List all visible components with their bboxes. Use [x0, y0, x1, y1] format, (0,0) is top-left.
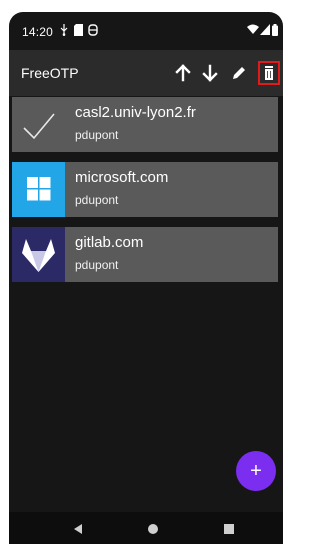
delete-button[interactable] [259, 63, 279, 83]
wifi-icon [247, 24, 259, 38]
windows-icon [27, 177, 51, 201]
token-account: pdupont [75, 193, 119, 207]
sd-card-icon [74, 24, 83, 39]
arrow-down-icon [202, 64, 218, 82]
edit-button[interactable] [229, 63, 249, 83]
token-logo [12, 227, 65, 282]
navigation-bar [9, 512, 283, 544]
app-bar: FreeOTP [9, 50, 283, 96]
checkmark-icon [23, 113, 55, 140]
usb-icon [60, 24, 68, 39]
token-list: casl2.univ-lyon2.fr pdupont microsoft.co… [12, 97, 278, 292]
token-account: pdupont [75, 128, 119, 142]
add-icon: + [250, 460, 262, 482]
move-down-button[interactable] [200, 63, 220, 83]
arrow-up-icon [175, 64, 191, 82]
add-token-button[interactable]: + [236, 451, 276, 491]
app-title: FreeOTP [21, 65, 79, 81]
home-icon[interactable] [147, 522, 159, 540]
token-card[interactable]: casl2.univ-lyon2.fr pdupont [12, 97, 278, 152]
token-logo [12, 97, 65, 152]
token-card[interactable]: microsoft.com pdupont [12, 162, 278, 217]
token-issuer: casl2.univ-lyon2.fr [75, 104, 196, 121]
pencil-icon [233, 67, 245, 79]
status-time: 14:20 [22, 25, 54, 39]
settings-ring-icon [88, 24, 98, 39]
signal-icon [260, 24, 270, 38]
token-issuer: gitlab.com [75, 234, 144, 251]
battery-icon [272, 24, 278, 39]
token-card[interactable]: gitlab.com pdupont [12, 227, 278, 282]
status-bar: 14:20 [9, 12, 283, 50]
recents-icon[interactable] [223, 522, 235, 540]
trash-icon [265, 66, 273, 80]
gitlab-fox-icon [22, 239, 55, 272]
back-icon[interactable] [72, 522, 84, 540]
token-logo [12, 162, 65, 217]
token-issuer: microsoft.com [75, 169, 169, 186]
move-up-button[interactable] [173, 63, 193, 83]
token-account: pdupont [75, 258, 119, 272]
